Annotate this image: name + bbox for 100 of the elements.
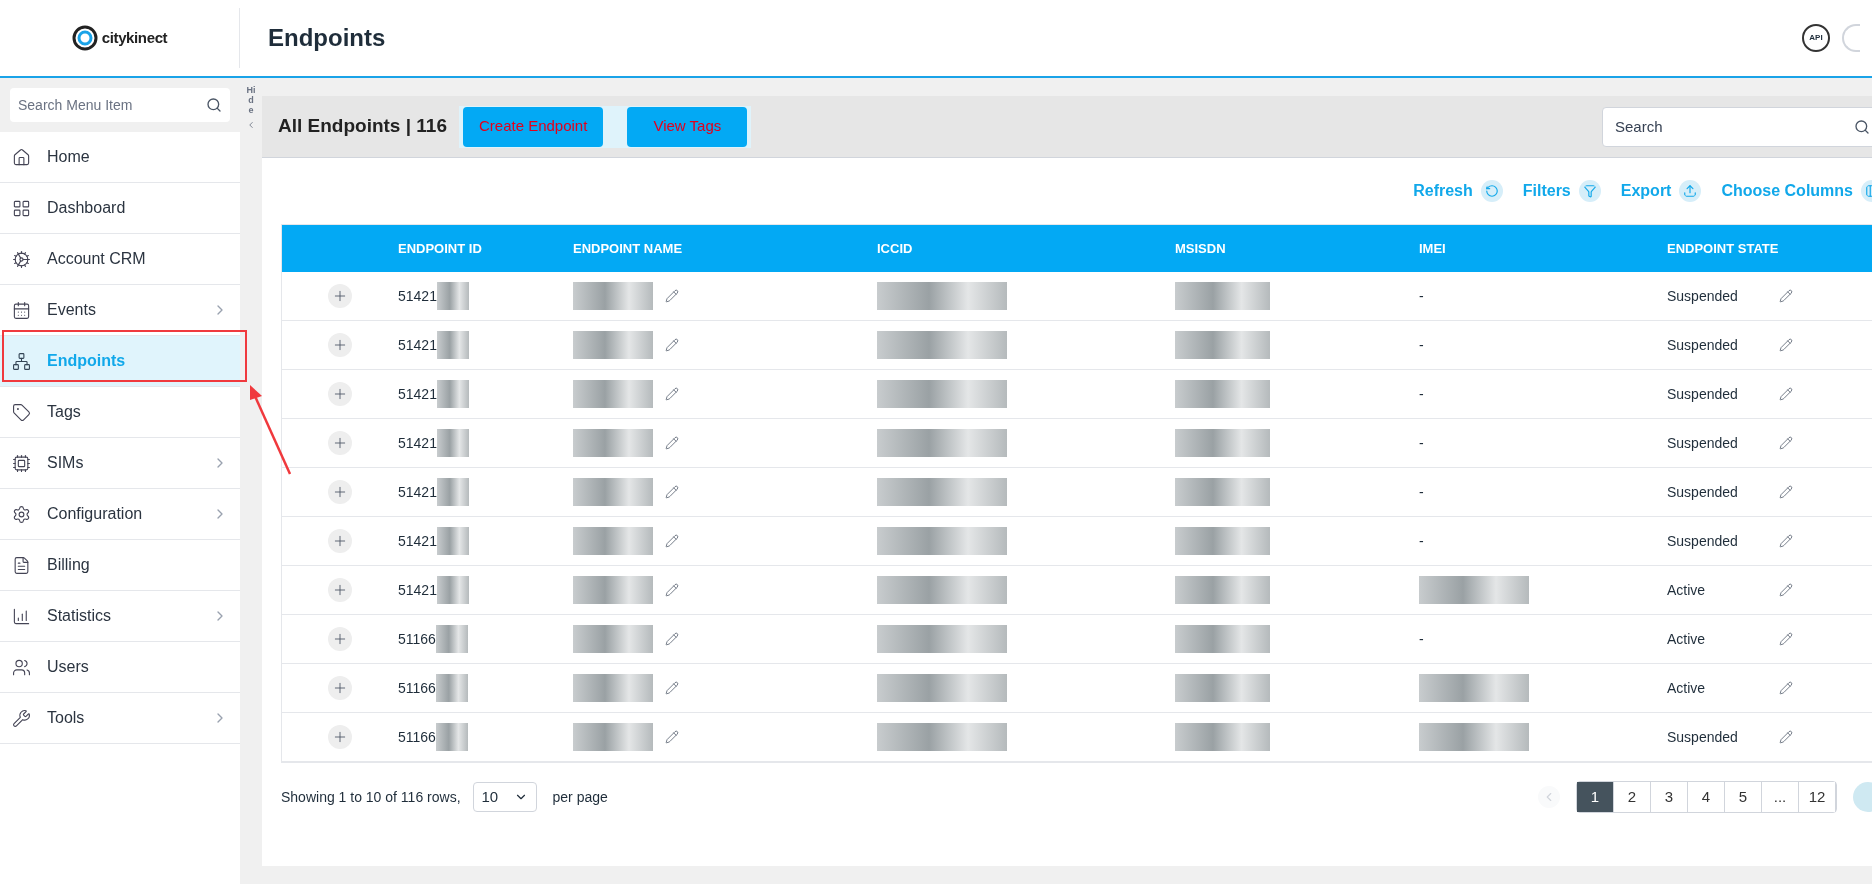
status-cell-text: Suspended (1667, 286, 1739, 306)
edit-icon[interactable] (665, 583, 679, 597)
edit-icon[interactable] (665, 436, 679, 450)
table-cell-text: 51166 (398, 727, 436, 747)
edit-icon[interactable] (665, 338, 679, 352)
status-cell-text: Active (1667, 629, 1707, 649)
hide-sidebar-button[interactable]: Hide (246, 86, 256, 130)
expand-row-button[interactable] (328, 529, 352, 553)
table-cell-text: 51421 (398, 384, 437, 404)
edit-icon[interactable] (665, 730, 679, 744)
table-cell-text: 51421 (398, 335, 437, 355)
edit-icon[interactable] (1779, 436, 1793, 450)
plus-icon (332, 435, 348, 451)
edit-icon[interactable] (665, 534, 679, 548)
table-cell: - (1419, 385, 1424, 402)
grid-icon (12, 198, 31, 218)
table-cell-text: 51421 (398, 580, 437, 600)
logo-icon (71, 25, 98, 51)
upload-icon (1679, 180, 1702, 202)
edit-icon[interactable] (1779, 289, 1793, 303)
redacted-block (436, 380, 469, 408)
wrench-icon (12, 708, 31, 728)
table-cell-text: 51166 (398, 678, 436, 698)
expand-row-button[interactable] (328, 676, 352, 700)
redacted-block (436, 429, 469, 457)
house-icon (12, 147, 31, 167)
edit-icon[interactable] (1779, 583, 1793, 597)
edit-icon[interactable] (665, 289, 679, 303)
edit-icon[interactable] (1779, 338, 1793, 352)
status-cell-text: Suspended (1667, 727, 1739, 747)
status-cell-text: Suspended (1667, 531, 1739, 551)
table-cell-text: 51421 (398, 531, 437, 551)
calendar-icon (12, 300, 31, 320)
rows-summary: Showing 1 to 10 of 116 rows, (281, 787, 461, 807)
table-cell: - (1419, 630, 1424, 647)
table-cell: - (1419, 483, 1424, 500)
refresh-icon (1480, 180, 1503, 202)
plus-icon (332, 680, 348, 696)
bar-chart-icon (12, 606, 31, 626)
expand-row-button[interactable] (328, 725, 352, 749)
network-icon (12, 351, 31, 371)
column-header: ENDPOINT NAME (573, 239, 684, 258)
expand-row-button[interactable] (328, 578, 352, 602)
chevron-icon (246, 119, 256, 130)
redacted-block (435, 625, 468, 653)
tag-icon (12, 402, 31, 422)
expand-row-button[interactable] (328, 480, 352, 504)
column-header: ENDPOINT ID (398, 239, 483, 258)
search-icon (206, 97, 222, 113)
expand-row-button[interactable] (328, 431, 352, 455)
plus-icon (332, 533, 348, 549)
filter-icon (1578, 180, 1601, 202)
table-cell: - (1419, 336, 1424, 353)
column-header: IMEI (1419, 239, 1447, 258)
settings-icon (12, 504, 31, 524)
redacted-block (436, 576, 469, 604)
plus-icon (332, 729, 348, 745)
plus-icon (332, 631, 348, 647)
column-header: ENDPOINT STATE (1667, 239, 1779, 258)
edit-icon[interactable] (1779, 681, 1793, 695)
status-cell-text: Suspended (1667, 482, 1739, 502)
card-title: All Endpoints | 116 (278, 114, 447, 139)
edit-icon[interactable] (665, 681, 679, 695)
page-button[interactable]: 1 (1577, 782, 1614, 812)
status-cell-text: Active (1667, 678, 1707, 698)
plus-icon (332, 582, 348, 598)
column-header: ICCID (877, 239, 914, 258)
edit-icon[interactable] (1779, 730, 1793, 744)
plus-icon (332, 288, 348, 304)
status-cell-text: Suspended (1667, 335, 1739, 355)
expand-row-button[interactable] (328, 333, 352, 357)
redacted-block (436, 527, 469, 555)
edit-icon[interactable] (1779, 632, 1793, 646)
plus-icon (332, 337, 348, 353)
logo-text: citykinect (101, 27, 168, 48)
edit-icon[interactable] (665, 632, 679, 646)
table-cell: - (1419, 434, 1424, 451)
per-page-select[interactable]: 10 (472, 782, 537, 812)
edit-icon[interactable] (1779, 387, 1793, 401)
status-cell-text: Suspended (1667, 433, 1739, 453)
per-page-label: per page (552, 787, 608, 807)
plus-icon (332, 386, 348, 402)
redacted-block (436, 331, 469, 359)
expand-row-button[interactable] (328, 284, 352, 308)
table-cell-text: 51421 (398, 482, 437, 502)
expand-row-button[interactable] (328, 382, 352, 406)
redacted-block (435, 674, 468, 702)
edit-icon[interactable] (665, 387, 679, 401)
edit-icon[interactable] (1779, 485, 1793, 499)
table-cell: - (1419, 287, 1424, 304)
search-field[interactable]: Search (1602, 106, 1872, 147)
edit-icon[interactable] (665, 485, 679, 499)
expand-row-button[interactable] (328, 627, 352, 651)
api-settings-button[interactable]: API (1802, 24, 1830, 52)
document-icon (12, 555, 31, 575)
chip-icon (12, 453, 31, 473)
menu-search-field[interactable]: Search Menu Item (10, 88, 230, 122)
status-cell-text: Active (1667, 580, 1707, 600)
redacted-block (436, 478, 469, 506)
edit-icon[interactable] (1779, 534, 1793, 548)
